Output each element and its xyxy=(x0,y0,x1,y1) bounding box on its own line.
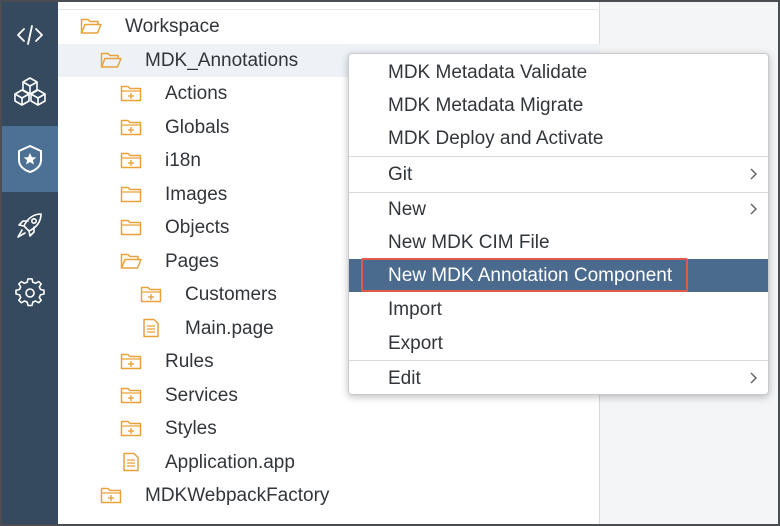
folder-plus-icon xyxy=(100,485,122,505)
menu-separator xyxy=(349,156,768,157)
folder-plus-icon xyxy=(140,284,162,304)
menu-item-label: MDK Metadata Migrate xyxy=(388,95,584,116)
context-menu: MDK Metadata Validate MDK Metadata Migra… xyxy=(348,53,769,395)
tree-item-label: Globals xyxy=(165,116,230,138)
tree-item[interactable]: Application.app xyxy=(58,446,600,479)
menu-item-label: Import xyxy=(388,299,442,320)
chevron-right-icon xyxy=(750,168,757,180)
folder-plus-icon xyxy=(120,117,142,137)
menu-item-label: MDK Metadata Validate xyxy=(388,62,588,83)
folder-plus-icon xyxy=(120,351,142,371)
app-window: Workspace MDK_Annotations Actions Globals i1… xyxy=(0,0,780,526)
tree-item-label: Styles xyxy=(165,418,217,439)
code-icon xyxy=(17,25,43,45)
menu-item-label: Git xyxy=(388,164,413,185)
cubes-icon xyxy=(14,77,46,106)
tree-item-label: i18n xyxy=(165,150,201,171)
file-icon xyxy=(120,452,142,472)
menu-item-mdk-metadata-migrate[interactable]: MDK Metadata Migrate xyxy=(349,89,768,122)
activity-deploy[interactable] xyxy=(2,192,58,258)
tree-item-label: Workspace xyxy=(125,16,220,37)
tree-item-label: Services xyxy=(165,384,238,406)
folder-open-icon xyxy=(120,251,142,271)
activity-extensions[interactable] xyxy=(2,58,58,124)
menu-item-edit[interactable]: Edit xyxy=(349,362,768,395)
tree-item-label: Application.app xyxy=(165,451,295,473)
menu-item-mdk-metadata-validate[interactable]: MDK Metadata Validate xyxy=(349,56,768,89)
tree-item-label: Customers xyxy=(185,284,277,305)
menu-item-label: Export xyxy=(388,333,443,354)
activity-mdk[interactable] xyxy=(2,126,58,192)
folder-icon xyxy=(120,184,142,204)
menu-item-label: New xyxy=(388,199,427,220)
menu-item-git[interactable]: Git xyxy=(349,158,768,191)
menu-item-export[interactable]: Export xyxy=(349,327,768,360)
menu-item-label: MDK Deploy and Activate xyxy=(388,128,604,149)
menu-item-mdk-deploy-activate[interactable]: MDK Deploy and Activate xyxy=(349,122,768,155)
rocket-icon xyxy=(17,213,42,238)
folder-open-icon xyxy=(80,16,102,36)
menu-item-import[interactable]: Import xyxy=(349,293,768,326)
chevron-right-icon xyxy=(750,372,757,384)
menu-item-label: New MDK Annotation Component xyxy=(388,265,673,286)
activity-bar xyxy=(2,2,58,524)
file-icon xyxy=(140,318,162,338)
tree-item-label: Actions xyxy=(165,83,228,104)
tree-item-label: MDKWebpackFactory xyxy=(145,485,330,506)
menu-item-label: Edit xyxy=(388,368,421,389)
folder-plus-icon xyxy=(120,83,142,103)
tree-item-label: Objects xyxy=(165,217,230,238)
folder-plus-icon xyxy=(120,418,142,438)
gear-icon xyxy=(15,278,45,307)
menu-item-new-mdk-annotation-component[interactable]: New MDK Annotation Component xyxy=(349,258,768,292)
tree-item[interactable]: MDKWebpackFactory xyxy=(58,479,600,512)
menu-item-new-mdk-cim-file[interactable]: New MDK CIM File xyxy=(349,226,768,259)
tree-item-label: Pages xyxy=(165,250,219,272)
menu-item-new[interactable]: New xyxy=(349,193,768,226)
shield-star-icon xyxy=(18,145,42,173)
tree-item-label: Rules xyxy=(165,351,214,372)
activity-settings[interactable] xyxy=(2,260,58,326)
tree-item[interactable]: Workspace xyxy=(58,10,600,43)
menu-item-label: New MDK CIM File xyxy=(388,232,550,253)
tree-item-label: MDK_Annotations xyxy=(145,49,299,71)
tree-item[interactable]: Styles xyxy=(58,412,600,445)
menu-separator xyxy=(349,360,768,361)
folder-open-icon xyxy=(100,50,122,70)
chevron-right-icon xyxy=(750,203,757,215)
folder-plus-icon xyxy=(120,385,142,405)
tree-item-label: Images xyxy=(165,183,228,205)
tree-item-label: Main.page xyxy=(185,317,274,339)
folder-icon xyxy=(120,217,142,237)
folder-plus-icon xyxy=(120,150,142,170)
